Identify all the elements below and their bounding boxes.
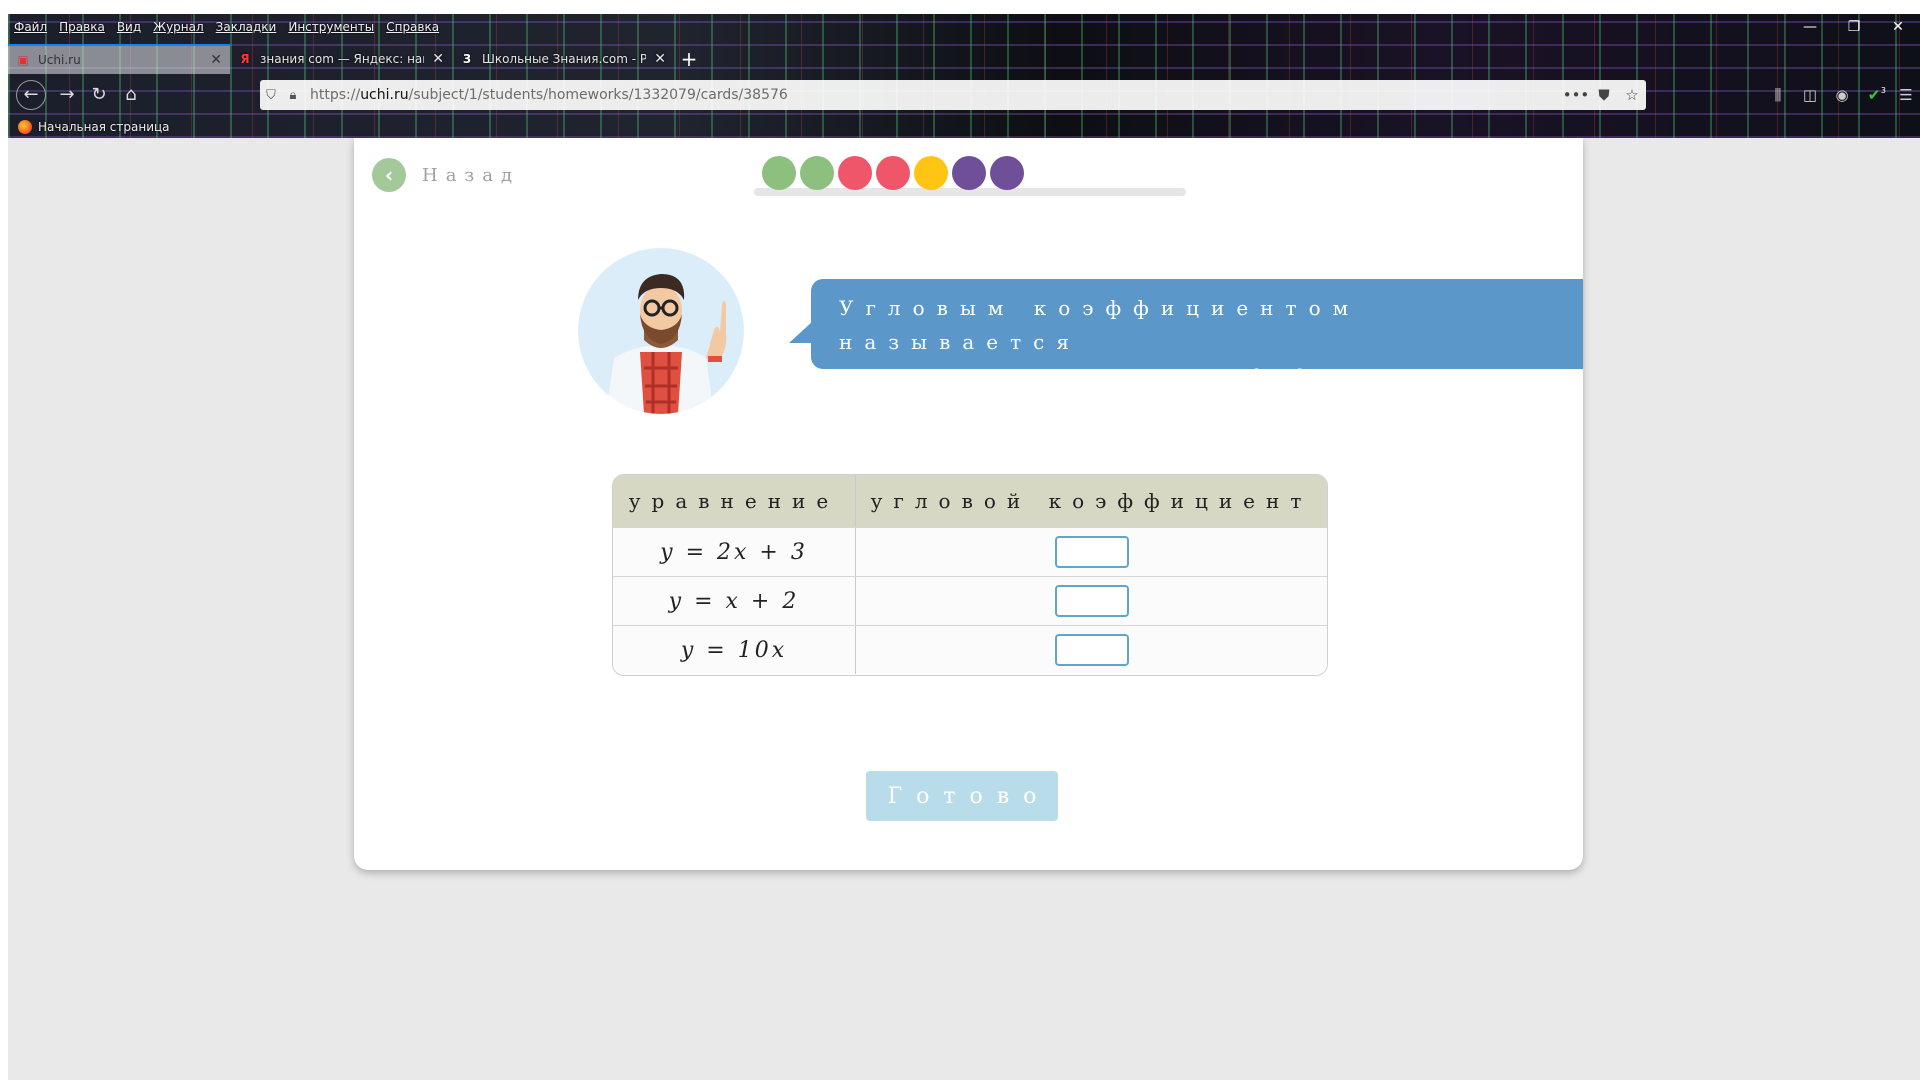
lock-icon[interactable]: 🔒︎ [282,88,304,103]
reload-icon[interactable]: ↻ [86,82,112,108]
done-button[interactable]: Готово [866,771,1058,821]
slope-answer-input[interactable] [1054,634,1129,666]
answer-cell [856,528,1327,576]
minimize-button[interactable]: — [1788,14,1832,40]
back-link[interactable]: ‹ Назад [372,158,520,192]
library-icon[interactable]: ⫼ [1764,82,1792,108]
hint-formula: y=kx+b. [1222,364,1318,388]
nav-bar: ← → ↻ ⌂ ⛉ 🔒︎ https://uchi.ru/subject/1/s… [8,76,1920,114]
equation-cell: y = 10x [613,626,856,674]
bookmarks-bar: Начальная страница [18,118,170,136]
progress-dots [762,156,1024,190]
answer-cell [856,577,1327,625]
back-label[interactable]: Назад [422,165,520,186]
window-controls: — ❐ ✕ [1788,14,1920,40]
restore-button[interactable]: ❐ [1832,14,1876,40]
table-header: уравнение угловой коэффициент [613,475,1327,527]
bookmark-star-icon[interactable]: ☆ [1618,86,1646,104]
url-bar[interactable]: ⛉ 🔒︎ https://uchi.ru/subject/1/students/… [260,80,1646,110]
pocket-icon[interactable]: ⛊ [1590,86,1618,104]
menu-history[interactable]: Журнал [153,17,204,37]
new-tab-button[interactable]: + [674,44,704,74]
forward-arrow-icon[interactable]: → [54,82,80,108]
znania-favicon-icon: 3 [462,52,472,66]
table-row: y = 10x [613,625,1327,674]
progress-dot-3[interactable] [838,156,872,190]
tab-uchi[interactable]: ▣ Uchi.ru ✕ [8,44,230,74]
account-icon[interactable]: ◉ [1828,82,1856,108]
hint-line-1: Угловым коэффициентом называется [839,296,1361,354]
toolbar-icons: ⫼ ◫ ◉ ✔ 3 ☰ [1764,82,1920,108]
answer-cell [856,626,1327,674]
teacher-illustration [606,274,727,414]
progress-dot-6[interactable] [952,156,986,190]
progress-dot-7[interactable] [990,156,1024,190]
menu-help[interactable]: Справка [386,17,439,37]
chevron-left-icon[interactable]: ‹ [372,158,406,192]
menu-file[interactable]: Файл [14,17,47,37]
menu-view[interactable]: Вид [117,17,141,37]
yandex-favicon-icon: Я [240,52,250,66]
tab-title: Uchi.ru [38,53,81,67]
close-window-button[interactable]: ✕ [1876,14,1920,40]
close-tab-icon[interactable]: ✕ [210,52,222,68]
equation-cell: y = x + 2 [613,577,856,625]
teacher-avatar [578,248,744,414]
url-text[interactable]: https://uchi.ru/subject/1/students/homew… [310,87,1562,103]
task-progress [754,156,1186,198]
header-slope: угловой коэффициент [870,489,1313,513]
uchi-favicon-icon: ▣ [17,53,29,67]
tab-yandex[interactable]: Я знания com — Яндекс: наш... ✕ [230,44,452,74]
tab-znania[interactable]: 3 Школьные Знания.com - Реш... ✕ [452,44,674,74]
progress-dot-5[interactable] [914,156,948,190]
back-arrow-icon[interactable]: ← [16,80,46,110]
progress-dot-4[interactable] [876,156,910,190]
exercise-card: ‹ Назад Угловым коэффициентом называется… [354,138,1583,870]
extension-badge: 3 [1880,86,1886,95]
table-row: y = x + 2 [613,576,1327,625]
progress-dot-2[interactable] [800,156,834,190]
hint-bubble: Угловым коэффициентом называется в уравн… [789,279,1583,388]
progress-dot-1[interactable] [762,156,796,190]
page-background: ‹ Назад Угловым коэффициентом называется… [8,138,1920,1080]
close-tab-icon[interactable]: ✕ [654,51,666,67]
table-row: y = 2x + 3 [613,527,1327,576]
firefox-icon [18,120,32,134]
shield-icon[interactable]: ⛉ [260,88,282,103]
menu-bar: Файл Правка Вид Журнал Закладки Инструме… [14,17,439,37]
slope-table: уравнение угловой коэффициент y = 2x + 3… [612,474,1328,676]
menu-tools[interactable]: Инструменты [288,17,374,37]
more-actions-icon[interactable]: ••• [1562,86,1590,104]
browser-chrome: Файл Правка Вид Журнал Закладки Инструме… [8,14,1920,138]
bookmark-start-page[interactable]: Начальная страница [38,120,170,134]
equation-cell: y = 2x + 3 [613,528,856,576]
hamburger-menu-icon[interactable]: ☰ [1892,82,1920,108]
hint-line-2: в уравнении вида y=kx+b. [839,364,1318,388]
home-icon[interactable]: ⌂ [118,82,144,108]
menu-bookmarks[interactable]: Закладки [216,17,277,37]
sidebar-icon[interactable]: ◫ [1796,82,1824,108]
tab-title: Школьные Знания.com - Реш... [482,52,647,66]
tab-title: знания com — Яндекс: наш... [260,52,424,66]
slope-answer-input[interactable] [1054,585,1129,617]
slope-answer-input[interactable] [1054,536,1129,568]
tab-strip: ▣ Uchi.ru ✕ Я знания com — Яндекс: наш..… [8,44,704,74]
extension-icon[interactable]: ✔ 3 [1860,82,1888,108]
header-equation: уравнение [613,475,856,527]
menu-edit[interactable]: Правка [59,17,105,37]
close-tab-icon[interactable]: ✕ [432,51,444,67]
